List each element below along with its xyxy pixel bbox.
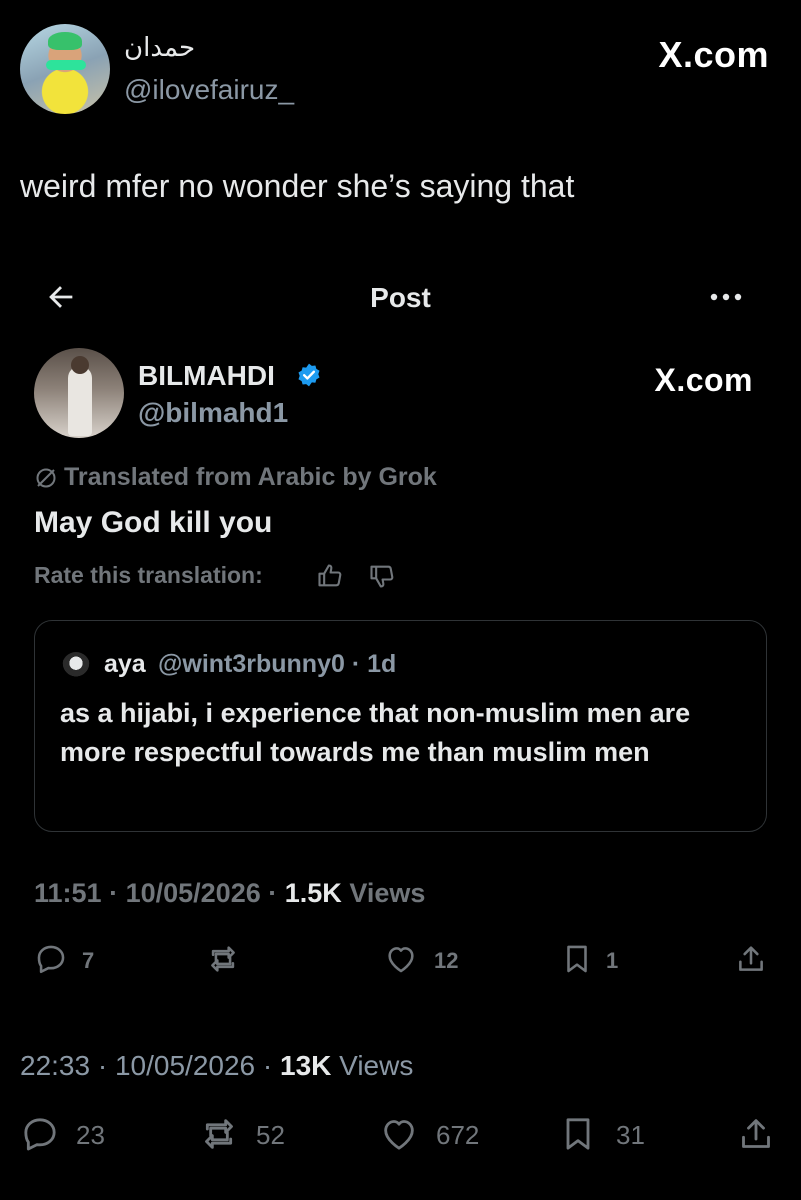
embedded-views-label: Views xyxy=(349,878,426,908)
meta-separator: · xyxy=(262,1050,280,1081)
outer-author-avatar[interactable] xyxy=(20,24,110,114)
quote-tweet-text: as a hijabi, i experience that non-musli… xyxy=(60,698,691,767)
outer-views-label: Views xyxy=(339,1050,414,1081)
inner-author-handle[interactable]: @bilmahd1 xyxy=(138,397,288,429)
embedded-bookmark-count: 1 xyxy=(606,948,619,973)
embedded-tweet-text: May God kill you xyxy=(34,506,273,539)
inner-author-avatar[interactable] xyxy=(34,348,124,438)
embedded-post-meta: 11:51 · 10/05/2026 · 1.5K Views xyxy=(34,878,425,909)
reply-icon[interactable] xyxy=(34,942,68,976)
inner-xcom-watermark: X.com xyxy=(654,362,753,398)
outer-like-count: 672 xyxy=(436,1120,480,1150)
outer-xcom-watermark: X.com xyxy=(658,34,769,75)
bookmark-icon[interactable] xyxy=(560,942,594,976)
embedded-views-count: 1.5K xyxy=(284,878,342,908)
embedded-like-count: 12 xyxy=(434,948,459,973)
outer-views-count: 13K xyxy=(280,1050,332,1081)
repost-icon[interactable] xyxy=(198,1114,240,1154)
outer-author-name[interactable]: حمدان xyxy=(124,32,195,63)
post-nav-title: Post xyxy=(370,282,431,313)
outer-reply-count: 23 xyxy=(76,1120,105,1150)
outer-repost-count: 52 xyxy=(256,1120,285,1150)
bookmark-icon[interactable] xyxy=(558,1114,598,1154)
outer-bookmark-count: 31 xyxy=(616,1120,645,1150)
grok-icon xyxy=(36,468,56,488)
embedded-time: 11:51 xyxy=(34,878,102,908)
outer-tweet-text: weird mfer no wonder she’s saying that xyxy=(20,168,575,204)
repost-icon[interactable] xyxy=(206,942,240,976)
embedded-date: 10/05/2026 xyxy=(125,878,261,908)
quote-author-handle[interactable]: @wint3rbunny0 · 1d xyxy=(158,650,396,679)
outer-date: 10/05/2026 xyxy=(114,1050,256,1081)
share-icon[interactable] xyxy=(734,942,768,976)
outer-author-handle[interactable]: @ilovefairuz_ xyxy=(124,74,294,106)
translated-from-note[interactable]: Translated from Arabic by Grok xyxy=(64,463,437,492)
share-icon[interactable] xyxy=(736,1114,776,1154)
meta-separator: · xyxy=(97,1050,115,1081)
embedded-reply-count: 7 xyxy=(82,948,95,973)
thumbs-up-icon[interactable] xyxy=(316,562,344,590)
quote-author-avatar[interactable] xyxy=(62,652,90,680)
thumbs-down-icon[interactable] xyxy=(368,562,396,590)
like-icon[interactable] xyxy=(378,1114,420,1154)
like-icon[interactable] xyxy=(384,942,418,976)
rate-translation-label: Rate this translation: xyxy=(34,562,263,588)
outer-time: 22:33 xyxy=(20,1050,91,1081)
outer-post-meta: 22:33 · 10/05/2026 · 13K Views xyxy=(20,1050,413,1082)
reply-icon[interactable] xyxy=(20,1114,60,1154)
meta-separator: · xyxy=(109,878,126,908)
verified-badge-icon xyxy=(298,363,320,387)
inner-author-name[interactable]: BILMAHDI xyxy=(138,360,275,392)
more-options-icon[interactable] xyxy=(706,280,746,314)
quote-author-name[interactable]: aya xyxy=(104,650,146,679)
meta-separator: · xyxy=(268,878,285,908)
